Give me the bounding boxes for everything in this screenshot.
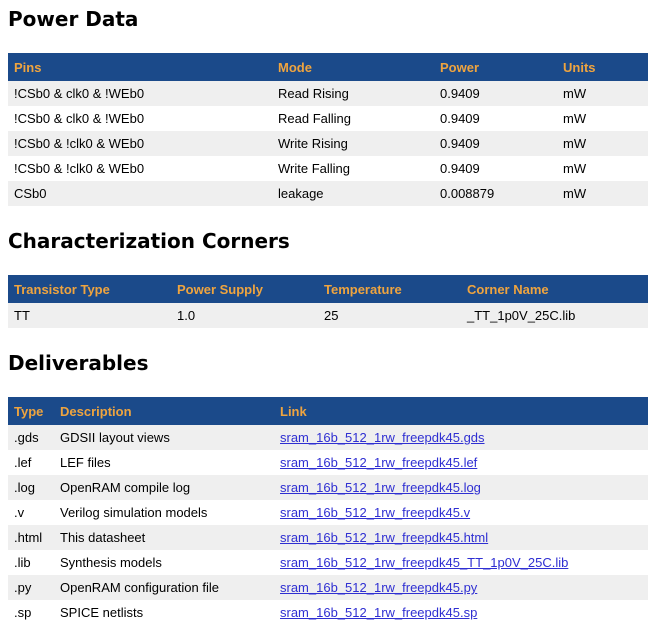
deliverables-table: TypeDescriptionLink.gdsGDSII layout view… [8,397,648,625]
table-row: .gdsGDSII layout views sram_16b_512_1rw_f… [8,425,648,450]
table-row: CSb0leakage0.008879mW [8,181,648,206]
deliverable-link[interactable]: sram_16b_512_1rw_freepdk45.html [280,530,488,545]
cell: 0.008879 [434,181,557,206]
characterization-corners-table: Transistor TypePower SupplyTemperatureCo… [8,275,648,328]
deliverable-link[interactable]: sram_16b_512_1rw_freepdk45.log [280,480,481,495]
column-header: Power Supply [171,275,318,303]
power-data-table: PinsModePowerUnits!CSb0 & clk0 & !WEb0Re… [8,53,648,206]
table-row: .spSPICE netlists sram_16b_512_1rw_freepd… [8,600,648,625]
cell: .lef [8,450,54,475]
cell: This datasheet [54,525,274,550]
cell: LEF files [54,450,274,475]
section-deliverables: Deliverables TypeDescriptionLink.gdsGDSI… [8,352,652,625]
cell: GDSII layout views [54,425,274,450]
cell: Read Rising [272,81,434,106]
header-row: Transistor TypePower SupplyTemperatureCo… [8,275,648,303]
section-characterization-corners: Characterization Corners Transistor Type… [8,230,652,328]
cell: _TT_1p0V_25C.lib [461,303,648,328]
table-row: !CSb0 & clk0 & !WEb0Read Falling0.9409mW [8,106,648,131]
cell: sram_16b_512_1rw_freepdk45.log [274,475,648,500]
characterization-corners-title: Characterization Corners [8,230,652,253]
column-header: Corner Name [461,275,648,303]
cell: leakage [272,181,434,206]
column-header: Temperature [318,275,461,303]
cell: !CSb0 & !clk0 & WEb0 [8,156,272,181]
cell: Verilog simulation models [54,500,274,525]
table-row: .htmlThis datasheet sram_16b_512_1rw_free… [8,525,648,550]
cell: 1.0 [171,303,318,328]
cell: .gds [8,425,54,450]
table-row: !CSb0 & !clk0 & WEb0Write Falling0.9409m… [8,156,648,181]
deliverable-link[interactable]: sram_16b_512_1rw_freepdk45.sp [280,605,477,620]
cell: Write Falling [272,156,434,181]
deliverable-link[interactable]: sram_16b_512_1rw_freepdk45.gds [280,430,485,445]
table-row: TT1.025_TT_1p0V_25C.lib [8,303,648,328]
table-row: .logOpenRAM compile log sram_16b_512_1rw_… [8,475,648,500]
cell: .sp [8,600,54,625]
cell: !CSb0 & clk0 & !WEb0 [8,81,272,106]
cell: mW [557,156,648,181]
cell: .log [8,475,54,500]
cell: 25 [318,303,461,328]
deliverable-link[interactable]: sram_16b_512_1rw_freepdk45_TT_1p0V_25C.l… [280,555,568,570]
column-header: Mode [272,53,434,81]
cell: .html [8,525,54,550]
cell: sram_16b_512_1rw_freepdk45.gds [274,425,648,450]
cell: SPICE netlists [54,600,274,625]
datasheet-page: Power Data PinsModePowerUnits!CSb0 & clk… [8,8,652,625]
deliverable-link[interactable]: sram_16b_512_1rw_freepdk45.v [280,505,470,520]
cell: sram_16b_512_1rw_freepdk45.v [274,500,648,525]
cell: Synthesis models [54,550,274,575]
deliverable-link[interactable]: sram_16b_512_1rw_freepdk45.lef [280,455,477,470]
cell: sram_16b_512_1rw_freepdk45_TT_1p0V_25C.l… [274,550,648,575]
cell: mW [557,81,648,106]
table-row: .libSynthesis models sram_16b_512_1rw_fre… [8,550,648,575]
column-header: Type [8,397,54,425]
cell: CSb0 [8,181,272,206]
cell: 0.9409 [434,131,557,156]
table-row: !CSb0 & clk0 & !WEb0Read Rising0.9409mW [8,81,648,106]
cell: OpenRAM compile log [54,475,274,500]
cell: !CSb0 & !clk0 & WEb0 [8,131,272,156]
header-row: PinsModePowerUnits [8,53,648,81]
cell: Write Rising [272,131,434,156]
cell: sram_16b_512_1rw_freepdk45.py [274,575,648,600]
table-row: .vVerilog simulation models sram_16b_512_… [8,500,648,525]
cell: 0.9409 [434,156,557,181]
cell: .v [8,500,54,525]
cell: .lib [8,550,54,575]
cell: .py [8,575,54,600]
cell: 0.9409 [434,106,557,131]
cell: TT [8,303,171,328]
table-row: !CSb0 & !clk0 & WEb0Write Rising0.9409mW [8,131,648,156]
cell: mW [557,131,648,156]
cell: !CSb0 & clk0 & !WEb0 [8,106,272,131]
cell: sram_16b_512_1rw_freepdk45.lef [274,450,648,475]
column-header: Units [557,53,648,81]
deliverable-link[interactable]: sram_16b_512_1rw_freepdk45.py [280,580,477,595]
table-row: .pyOpenRAM configuration file sram_16b_51… [8,575,648,600]
cell: mW [557,106,648,131]
cell: sram_16b_512_1rw_freepdk45.html [274,525,648,550]
power-data-title: Power Data [8,8,652,31]
column-header: Description [54,397,274,425]
cell: Read Falling [272,106,434,131]
cell: 0.9409 [434,81,557,106]
cell: mW [557,181,648,206]
column-header: Pins [8,53,272,81]
column-header: Power [434,53,557,81]
section-power-data: Power Data PinsModePowerUnits!CSb0 & clk… [8,8,652,206]
header-row: TypeDescriptionLink [8,397,648,425]
column-header: Transistor Type [8,275,171,303]
column-header: Link [274,397,648,425]
deliverables-title: Deliverables [8,352,652,375]
table-row: .lefLEF files sram_16b_512_1rw_freepdk45.… [8,450,648,475]
cell: OpenRAM configuration file [54,575,274,600]
cell: sram_16b_512_1rw_freepdk45.sp [274,600,648,625]
